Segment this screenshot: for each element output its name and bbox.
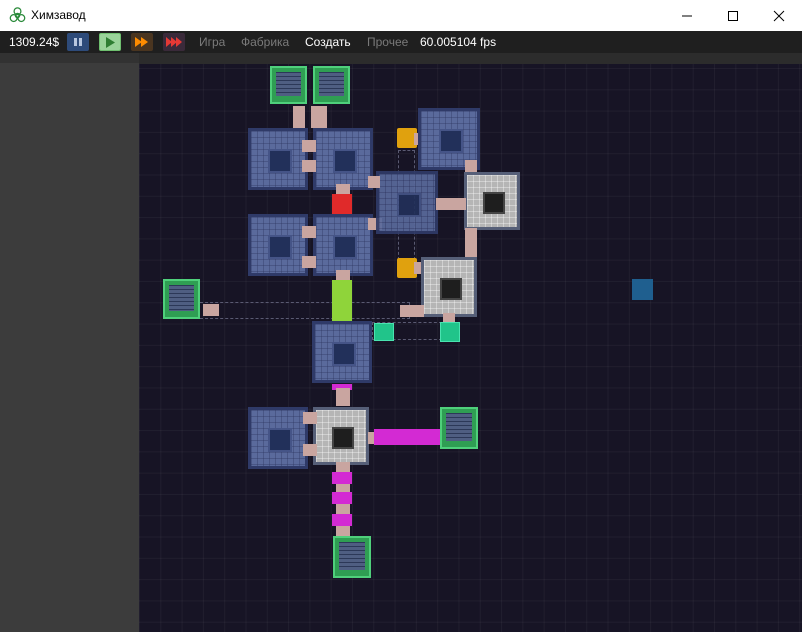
pipe-segment[interactable] (303, 444, 317, 456)
maximize-icon (728, 10, 738, 21)
play-icon (106, 37, 115, 48)
fluid-pipe-magenta[interactable] (374, 429, 440, 445)
fluid-pipe-magenta[interactable] (332, 514, 352, 526)
reactor[interactable] (313, 214, 373, 276)
biohazard-icon (9, 7, 26, 23)
pipe-segment[interactable] (303, 412, 317, 424)
pipe-segment[interactable] (203, 304, 219, 316)
fluid-tank-teal[interactable] (374, 323, 394, 341)
mixer[interactable] (421, 257, 477, 317)
money-counter: 1309.24$ (9, 35, 60, 49)
pipe-segment[interactable] (302, 160, 316, 172)
pipe-segment[interactable] (311, 106, 327, 128)
fast-forward-icon (135, 37, 148, 47)
pipe-segment[interactable] (368, 176, 380, 188)
toolbar: 1309.24$ Игра Фабрика Создать Прочее 60.… (0, 31, 802, 53)
fluid-pipe-magenta[interactable] (332, 472, 352, 484)
storage-crate[interactable] (270, 66, 307, 104)
pause-button[interactable] (67, 33, 89, 51)
reactor[interactable] (376, 171, 438, 234)
minimize-icon (682, 15, 692, 16)
title-bar: Химзавод (0, 0, 802, 31)
minimize-button[interactable] (664, 0, 710, 31)
pause-icon (74, 38, 82, 46)
close-icon (773, 10, 785, 21)
pipe-segment[interactable] (293, 106, 305, 128)
window-title: Химзавод (31, 8, 86, 22)
pipe-segment[interactable] (302, 226, 316, 238)
maximize-button[interactable] (710, 0, 756, 31)
storage-crate[interactable] (440, 407, 478, 449)
fastest-button[interactable] (163, 33, 185, 51)
close-button[interactable] (756, 0, 802, 31)
fluid-pipe-magenta[interactable] (332, 492, 352, 504)
placement-cursor-tile[interactable] (632, 279, 653, 300)
storage-crate[interactable] (313, 66, 350, 104)
mixer[interactable] (464, 172, 520, 230)
fluid-tank-red[interactable] (332, 194, 352, 215)
pipe-segment[interactable] (400, 305, 424, 317)
fastest-forward-icon (166, 37, 182, 47)
pipe-segment[interactable] (302, 140, 316, 152)
pipe-segment[interactable] (336, 388, 350, 406)
fluid-pipe-lime[interactable] (332, 280, 352, 322)
reactor[interactable] (248, 407, 308, 469)
storage-crate[interactable] (333, 536, 371, 578)
pipe-segment[interactable] (465, 228, 477, 258)
connection-line (200, 302, 410, 319)
reactor[interactable] (313, 128, 373, 190)
fast-forward-button[interactable] (131, 33, 153, 51)
play-button[interactable] (99, 33, 121, 51)
build-sidebar[interactable] (0, 53, 139, 632)
menu-game[interactable]: Игра (199, 35, 225, 49)
mixer[interactable] (313, 407, 369, 465)
reactor[interactable] (312, 321, 372, 383)
menu-create[interactable]: Создать (305, 35, 351, 49)
reactor[interactable] (248, 214, 308, 276)
field-top-strip (139, 53, 802, 64)
sidebar-header (0, 53, 139, 63)
storage-crate[interactable] (163, 279, 200, 319)
fluid-tank-teal[interactable] (440, 322, 460, 342)
reactor[interactable] (248, 128, 308, 190)
pipe-segment[interactable] (302, 256, 316, 268)
fps-counter: 60.005104 fps (420, 35, 497, 49)
menu-other[interactable]: Прочее (367, 35, 408, 49)
pipe-segment[interactable] (436, 198, 466, 210)
menu-factory[interactable]: Фабрика (241, 35, 289, 49)
